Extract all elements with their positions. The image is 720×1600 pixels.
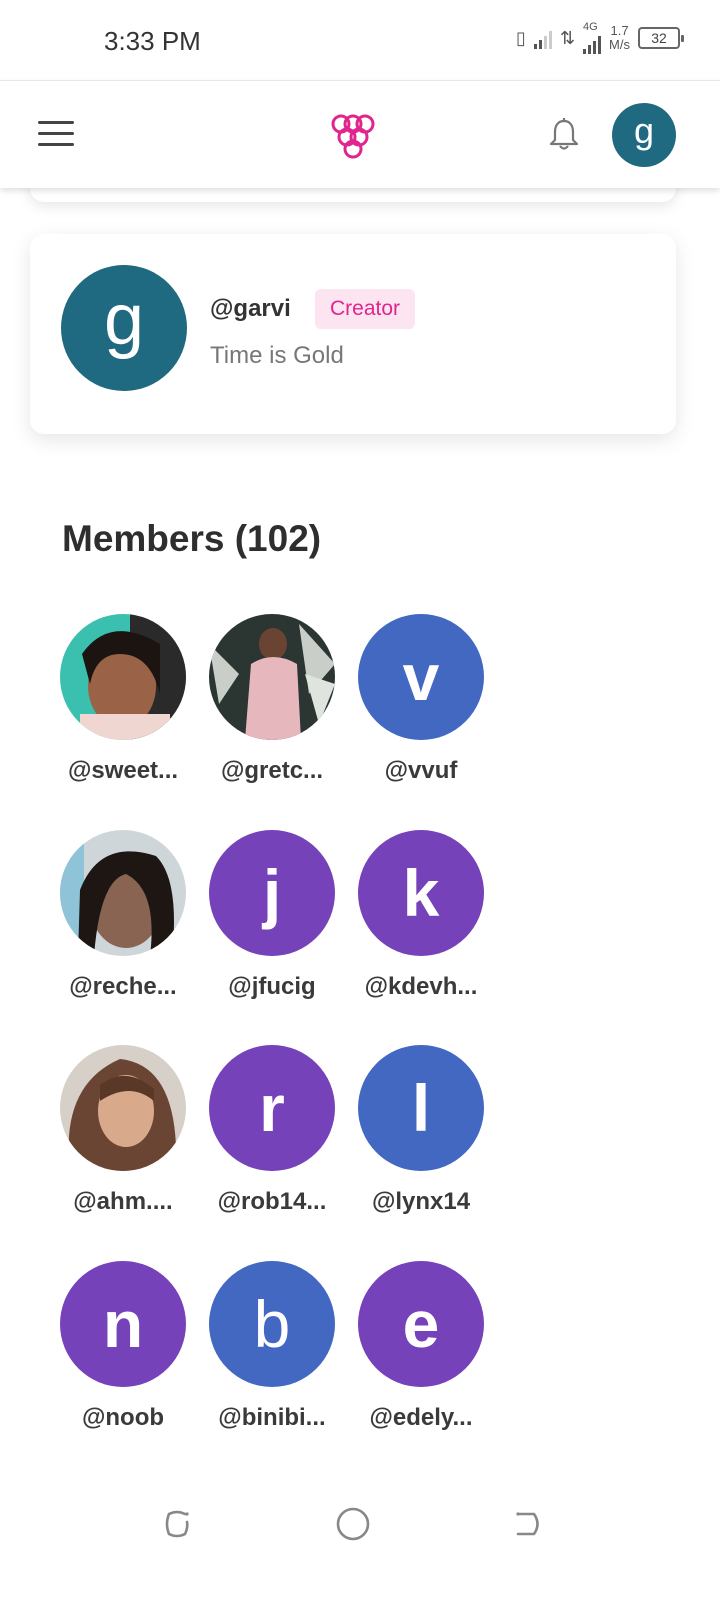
speed-value: 1.7 [610, 23, 629, 38]
member-letter-avatar[interactable]: n [60, 1261, 186, 1387]
back-icon[interactable] [508, 1504, 548, 1544]
status-time: 3:33 PM [104, 26, 201, 56]
network-type-label: 4G [583, 21, 598, 33]
grape-cluster-logo-icon[interactable] [328, 113, 378, 159]
data-arrows-icon: ⇅ [559, 27, 576, 48]
member-item[interactable]: n @noob [53, 1261, 193, 1432]
member-letter-avatar[interactable]: l [358, 1045, 484, 1171]
members-title: Members (102) [62, 518, 322, 559]
member-handle: @sweet... [67, 757, 179, 784]
hamburger-menu-icon[interactable] [38, 119, 74, 147]
member-handle: @gretc... [220, 757, 324, 784]
bell-icon[interactable] [548, 117, 580, 151]
member-handle: @jfucig [228, 973, 316, 1000]
member-item[interactable]: b @binibi... [202, 1261, 342, 1432]
member-item[interactable]: k @kdevh... [351, 830, 491, 1001]
member-item[interactable]: @reche... [53, 830, 193, 1001]
speed-unit: M/s [609, 37, 630, 52]
member-photo-avatar[interactable] [209, 614, 335, 740]
status-icons: ▯ ⇅ 4G 1.7 M/s 32 [516, 21, 684, 54]
creator-profile-card[interactable]: g @garvi Creator Time is Gold [30, 234, 676, 434]
member-photo-avatar[interactable] [60, 830, 186, 956]
signal-weak-icon [533, 27, 552, 49]
recent-apps-icon[interactable] [157, 1504, 197, 1544]
member-item[interactable]: e @edely... [351, 1261, 491, 1432]
member-item[interactable]: j @jfucig [202, 830, 342, 1001]
member-handle: @vvuf [384, 757, 458, 784]
app-header: g [0, 80, 720, 188]
member-handle: @reche... [69, 973, 177, 1000]
member-item[interactable]: v @vvuf [351, 614, 491, 785]
member-handle: @binibi... [218, 1404, 326, 1431]
member-item[interactable]: @ahm.... [53, 1045, 193, 1216]
status-bar: 3:33 PM ▯ ⇅ 4G 1.7 M/s 32 [0, 0, 720, 80]
battery-icon: 32 [638, 27, 684, 49]
signal-4g-icon: 4G [583, 21, 602, 54]
member-letter-avatar[interactable]: b [209, 1261, 335, 1387]
member-letter-avatar[interactable]: j [209, 830, 335, 956]
home-icon[interactable] [333, 1504, 373, 1544]
member-handle: @ahm.... [73, 1188, 173, 1215]
member-letter-avatar[interactable]: v [358, 614, 484, 740]
member-item[interactable]: @sweet... [53, 614, 193, 785]
vibrate-icon: ▯ [516, 27, 526, 48]
member-photo-avatar[interactable] [60, 614, 186, 740]
member-handle: @rob14... [217, 1188, 327, 1215]
member-letter-avatar[interactable]: e [358, 1261, 484, 1387]
member-handle: @kdevh... [364, 973, 478, 1000]
profile-bio: Time is Gold [210, 342, 344, 369]
member-handle: @noob [81, 1404, 165, 1431]
system-nav-bar [0, 1480, 720, 1600]
member-letter-avatar[interactable]: r [209, 1045, 335, 1171]
header-avatar[interactable]: g [612, 103, 676, 167]
member-item[interactable]: @gretc... [202, 614, 342, 785]
creator-badge: Creator [315, 289, 416, 329]
member-handle: @lynx14 [371, 1188, 471, 1215]
member-item[interactable]: r @rob14... [202, 1045, 342, 1216]
member-photo-avatar[interactable] [60, 1045, 186, 1171]
network-speed: 1.7 M/s [609, 24, 630, 52]
member-handle: @edely... [369, 1404, 473, 1431]
profile-username: @garvi [210, 295, 291, 322]
profile-avatar[interactable]: g [61, 265, 187, 391]
member-item[interactable]: l @lynx14 [351, 1045, 491, 1216]
member-letter-avatar[interactable]: k [358, 830, 484, 956]
